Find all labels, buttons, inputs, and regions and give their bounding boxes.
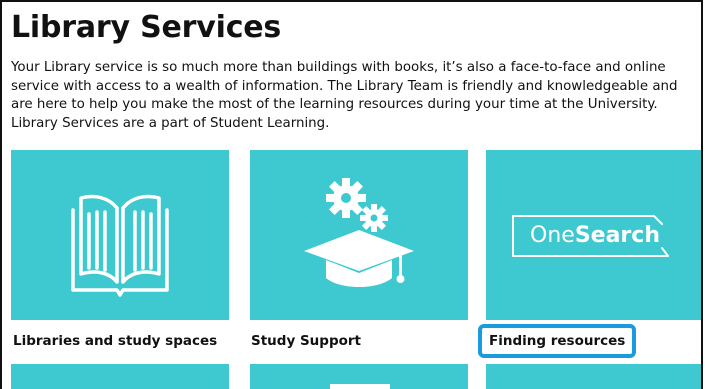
page-title: Library Services xyxy=(11,10,282,45)
graduation-cap-gears-icon xyxy=(304,178,414,287)
tile-row2-3[interactable] xyxy=(486,364,701,389)
focus-ring xyxy=(478,324,636,358)
tile-finding-resources[interactable]: OneSearch xyxy=(486,150,701,320)
tile-row2-2-graphic xyxy=(330,384,390,389)
onesearch-logo-text: OneSearch xyxy=(530,223,660,248)
intro-paragraph: Your Library service is so much more tha… xyxy=(11,60,678,131)
tile-row2-1[interactable] xyxy=(11,364,229,389)
tile-libraries-and-study-spaces[interactable] xyxy=(11,150,229,320)
library-services-section: Library Services Your Library service is… xyxy=(0,0,703,389)
tile-row2-2[interactable] xyxy=(250,364,468,389)
open-book-icon xyxy=(71,194,169,297)
tile-study-support[interactable] xyxy=(250,150,468,320)
tile-caption-libraries[interactable]: Libraries and study spaces xyxy=(13,333,217,349)
tile-caption-study-support[interactable]: Study Support xyxy=(251,333,361,349)
